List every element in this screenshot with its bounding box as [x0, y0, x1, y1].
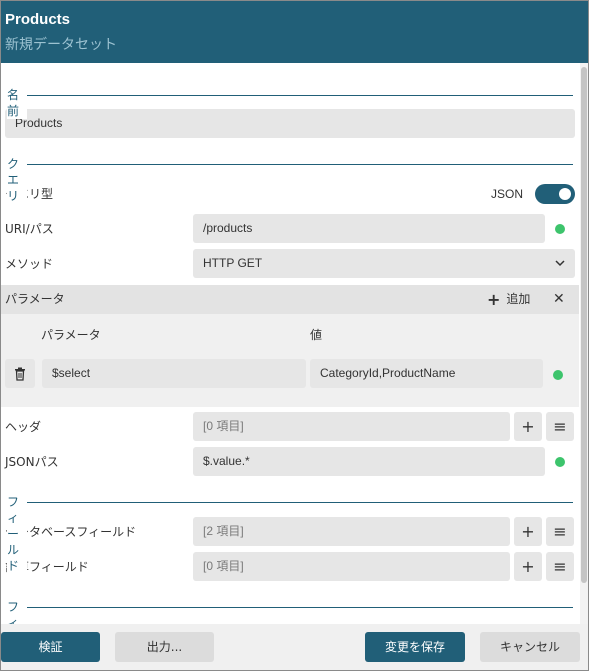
calc-fields-input[interactable]: [0 項目] [193, 552, 510, 581]
uri-input[interactable]: /products [193, 214, 545, 243]
db-fields-menu-button[interactable]: ≡ [546, 517, 574, 546]
parameter-value-input[interactable]: CategoryId,ProductName [310, 359, 543, 388]
parameters-add-label: 追加 [506, 292, 531, 306]
scrollbar[interactable] [580, 63, 588, 624]
parameters-bar: パラメータ + 追加 ✕ [1, 285, 579, 314]
headers-add-button[interactable]: + [514, 412, 542, 441]
scrollbar-thumb[interactable] [581, 67, 587, 583]
menu-icon: ≡ [553, 522, 567, 541]
section-fields: フィールド [7, 494, 573, 574]
section-query-heading: クエリ [7, 156, 28, 204]
menu-icon: ≡ [553, 417, 567, 436]
menu-icon: ≡ [553, 557, 567, 576]
headers-menu-button[interactable]: ≡ [546, 412, 574, 441]
dialog-title: Products [5, 11, 71, 28]
parameters-col-value: 値 [310, 328, 323, 342]
plus-icon: + [521, 417, 535, 436]
dialog-footer: 検証 出力... 変更を保存 キャンセル [1, 624, 588, 670]
section-name: 名前 [7, 87, 573, 119]
dialog-content: 名前 Products クエリ クエリ型 JSON URI/パス /produc… [1, 63, 579, 624]
trash-icon [15, 367, 25, 381]
section-filter: フィルタ [7, 599, 573, 624]
query-type-toggle[interactable] [535, 184, 575, 204]
calc-fields-menu-button[interactable]: ≡ [546, 552, 574, 581]
section-query: クエリ [7, 156, 573, 204]
name-input[interactable]: Products [5, 109, 575, 138]
section-filter-heading: フィルタ [7, 599, 27, 624]
json-path-input[interactable]: $.value.* [193, 447, 545, 476]
plus-icon: + [521, 557, 535, 576]
query-type-value: JSON [491, 187, 524, 201]
uri-label: URI/パス [5, 222, 54, 236]
validate-button[interactable]: 検証 [1, 632, 100, 662]
dialog-subtitle: 新規データセット [5, 37, 117, 53]
section-divider [7, 502, 573, 503]
db-fields-add-button[interactable]: + [514, 517, 542, 546]
parameters-label: パラメータ [5, 292, 65, 306]
close-icon[interactable]: ✕ [553, 285, 565, 314]
section-fields-heading: フィールド [7, 494, 27, 574]
plus-icon: + [487, 290, 501, 309]
section-divider [7, 164, 573, 165]
section-name-heading: 名前 [7, 87, 28, 119]
chevron-down-icon [555, 249, 565, 278]
save-button[interactable]: 変更を保存 [365, 632, 465, 662]
headers-input[interactable]: [0 項目] [193, 412, 510, 441]
dialog-header: Products 新規データセット [1, 1, 588, 63]
parameter-status-dot [553, 370, 563, 380]
toggle-knob [559, 188, 571, 200]
parameters-col-name: パラメータ [41, 328, 101, 342]
parameter-name-input[interactable]: $select [42, 359, 306, 388]
uri-status-dot [555, 224, 565, 234]
output-button[interactable]: 出力... [115, 632, 214, 662]
method-select[interactable]: HTTP GET [193, 249, 575, 278]
calc-fields-add-button[interactable]: + [514, 552, 542, 581]
headers-label: ヘッダ [5, 420, 42, 434]
section-divider [7, 607, 573, 608]
plus-icon: + [521, 522, 535, 541]
method-select-value: HTTP GET [203, 256, 263, 270]
delete-parameter-button[interactable] [5, 359, 35, 388]
parameters-table: パラメータ 値 $select CategoryId,ProductName [1, 314, 579, 407]
json-path-label: JSONパス [5, 455, 59, 469]
json-path-status-dot [555, 457, 565, 467]
section-divider [7, 95, 573, 96]
parameters-add-button[interactable]: + 追加 [487, 285, 530, 314]
dataset-dialog: Products 新規データセット 名前 Products クエリ クエリ型 J… [0, 0, 589, 671]
method-label: メソッド [5, 257, 54, 271]
cancel-button[interactable]: キャンセル [480, 632, 580, 662]
db-fields-input[interactable]: [2 項目] [193, 517, 510, 546]
